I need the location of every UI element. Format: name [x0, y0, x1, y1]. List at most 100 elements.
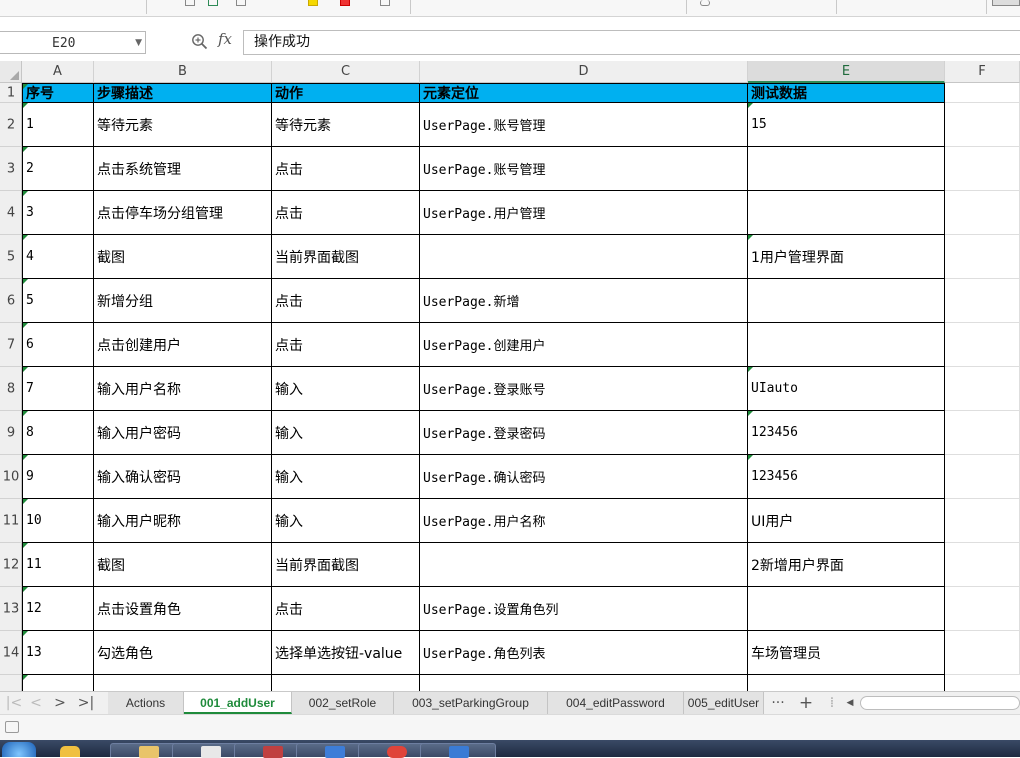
table-cell[interactable]: UserPage.用户管理	[420, 191, 748, 235]
table-cell[interactable]	[272, 675, 420, 691]
table-cell[interactable]: 8	[22, 411, 94, 455]
table-cell[interactable]	[748, 675, 945, 691]
table-cell[interactable]: UI用户	[748, 499, 945, 543]
column-header-d[interactable]: D	[420, 61, 748, 83]
table-cell[interactable]: 2新增用户界面	[748, 543, 945, 587]
ribbon-button[interactable]	[208, 0, 218, 6]
horizontal-scrollbar[interactable]	[860, 696, 1020, 710]
table-cell[interactable]: 新增分组	[94, 279, 272, 323]
table-cell[interactable]	[945, 83, 1020, 103]
column-header-f[interactable]: F	[945, 61, 1020, 83]
table-cell[interactable]: 1	[22, 103, 94, 147]
table-header-cell[interactable]: 步骤描述	[94, 83, 272, 103]
table-cell[interactable]: 点击	[272, 279, 420, 323]
row-header[interactable]: 11	[0, 499, 22, 543]
zoom-icon[interactable]	[191, 33, 208, 50]
table-cell[interactable]: 123456	[748, 455, 945, 499]
table-cell[interactable]	[748, 191, 945, 235]
name-box[interactable]: E20 ▼	[0, 31, 146, 54]
table-cell[interactable]: 等待元素	[94, 103, 272, 147]
taskbar-item[interactable]	[420, 743, 496, 758]
table-cell[interactable]: 输入	[272, 499, 420, 543]
table-cell[interactable]: 输入用户密码	[94, 411, 272, 455]
sheet-tab[interactable]: 003_setParkingGroup	[394, 692, 548, 714]
table-cell[interactable]	[945, 235, 1020, 279]
table-cell[interactable]: UIauto	[748, 367, 945, 411]
table-cell[interactable]	[945, 191, 1020, 235]
table-cell[interactable]: UserPage.登录密码	[420, 411, 748, 455]
table-cell[interactable]: 勾选角色	[94, 631, 272, 675]
table-cell[interactable]: 输入用户名称	[94, 367, 272, 411]
table-cell[interactable]: 123456	[748, 411, 945, 455]
table-cell[interactable]: 点击	[272, 147, 420, 191]
table-cell[interactable]	[748, 279, 945, 323]
table-cell[interactable]: UserPage.角色列表	[420, 631, 748, 675]
row-header[interactable]: 7	[0, 323, 22, 367]
ribbon-button[interactable]	[380, 0, 390, 6]
table-cell[interactable]	[945, 323, 1020, 367]
fx-icon[interactable]: fx	[218, 30, 232, 48]
first-sheet-icon[interactable]: |<	[4, 694, 24, 712]
select-all-corner[interactable]	[0, 61, 22, 83]
column-header-c[interactable]: C	[272, 61, 420, 83]
table-cell[interactable]: UserPage.账号管理	[420, 147, 748, 191]
taskbar-app-icon[interactable]	[60, 746, 80, 757]
chevron-down-icon[interactable]: ▼	[135, 38, 142, 48]
table-cell[interactable]: UserPage.登录账号	[420, 367, 748, 411]
table-header-cell[interactable]: 测试数据	[748, 83, 945, 103]
table-cell[interactable]: 9	[22, 455, 94, 499]
add-sheet-button[interactable]: +	[796, 694, 816, 712]
table-cell[interactable]	[945, 411, 1020, 455]
table-cell[interactable]: 10	[22, 499, 94, 543]
table-cell[interactable]: 点击设置角色	[94, 587, 272, 631]
table-cell[interactable]	[945, 367, 1020, 411]
table-cell[interactable]	[748, 147, 945, 191]
table-cell[interactable]: 7	[22, 367, 94, 411]
table-cell[interactable]: 等待元素	[272, 103, 420, 147]
table-cell[interactable]: 输入	[272, 411, 420, 455]
row-header[interactable]: 13	[0, 587, 22, 631]
tab-splitter[interactable]: ⁞	[822, 694, 842, 712]
row-header[interactable]: 12	[0, 543, 22, 587]
table-cell[interactable]	[945, 543, 1020, 587]
table-cell[interactable]	[945, 103, 1020, 147]
table-header-cell[interactable]: 动作	[272, 83, 420, 103]
row-header[interactable]: 9	[0, 411, 22, 455]
table-cell[interactable]: UserPage.确认密码	[420, 455, 748, 499]
spreadsheet-grid[interactable]: A B C D E F 1 序号 步骤描述 动作 元素定位 测试数据 2 1 等待元素 等待元素 UserPag…	[0, 61, 1020, 691]
fill-color-button[interactable]	[308, 0, 318, 6]
table-cell[interactable]	[748, 323, 945, 367]
row-header[interactable]: 6	[0, 279, 22, 323]
table-cell[interactable]: 点击停车场分组管理	[94, 191, 272, 235]
table-cell[interactable]	[945, 147, 1020, 191]
table-cell[interactable]	[945, 631, 1020, 675]
sheet-tab[interactable]: 001_addUser	[184, 692, 292, 714]
table-cell[interactable]: 点击创建用户	[94, 323, 272, 367]
table-cell[interactable]	[420, 235, 748, 279]
row-header[interactable]: 5	[0, 235, 22, 279]
row-header[interactable]: 4	[0, 191, 22, 235]
table-cell[interactable]: 12	[22, 587, 94, 631]
sheet-tab[interactable]: Actions	[108, 692, 184, 714]
sheet-tab[interactable]: 002_setRole	[292, 692, 394, 714]
ribbon-button[interactable]	[700, 0, 710, 6]
table-cell[interactable]: 当前界面截图	[272, 543, 420, 587]
table-cell[interactable]: 11	[22, 543, 94, 587]
macro-record-icon[interactable]	[5, 721, 19, 733]
sheet-tab[interactable]: 005_editUser	[684, 692, 764, 714]
table-cell[interactable]	[945, 499, 1020, 543]
table-cell[interactable]: UserPage.创建用户	[420, 323, 748, 367]
row-header[interactable]: 2	[0, 103, 22, 147]
table-header-cell[interactable]: 序号	[22, 83, 94, 103]
table-cell[interactable]	[94, 675, 272, 691]
row-header[interactable]: 10	[0, 455, 22, 499]
start-button[interactable]	[2, 742, 36, 757]
sheet-tab[interactable]: 004_editPassword	[548, 692, 684, 714]
row-header[interactable]: 8	[0, 367, 22, 411]
table-cell[interactable]: 点击	[272, 191, 420, 235]
table-cell[interactable]	[748, 587, 945, 631]
table-cell[interactable]: 3	[22, 191, 94, 235]
row-header[interactable]: 14	[0, 631, 22, 675]
table-cell[interactable]: 输入	[272, 367, 420, 411]
scroll-left-icon[interactable]: ◀	[840, 694, 860, 712]
